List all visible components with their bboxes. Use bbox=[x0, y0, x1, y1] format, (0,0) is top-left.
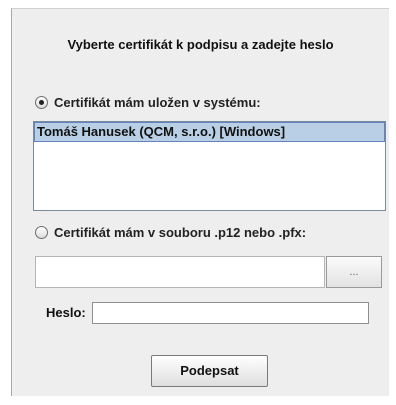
file-certificate-label: Certifikát mám v souboru .p12 nebo .pfx: bbox=[54, 225, 307, 240]
radio-selected-icon[interactable] bbox=[35, 96, 48, 109]
browse-file-button[interactable]: ... bbox=[326, 256, 382, 288]
file-certificate-option[interactable]: Certifikát mám v souboru .p12 nebo .pfx: bbox=[35, 225, 306, 240]
certificate-file-path-input[interactable] bbox=[35, 256, 325, 288]
sign-button[interactable]: Podepsat bbox=[151, 355, 268, 387]
certificate-list-item[interactable]: Tomáš Hanusek (QCM, s.r.o.) [Windows] bbox=[34, 122, 385, 142]
system-certificate-option[interactable]: Certifikát mám uložen v systému: bbox=[35, 95, 261, 110]
radio-unselected-icon[interactable] bbox=[35, 226, 48, 239]
system-certificate-label: Certifikát mám uložen v systému: bbox=[54, 95, 261, 110]
certificate-list[interactable]: Tomáš Hanusek (QCM, s.r.o.) [Windows] bbox=[33, 121, 386, 211]
certificate-dialog: Vyberte certifikát k podpisu a zadejte h… bbox=[11, 8, 389, 396]
password-label: Heslo: bbox=[46, 305, 86, 320]
dialog-title: Vyberte certifikát k podpisu a zadejte h… bbox=[67, 37, 334, 52]
password-input[interactable] bbox=[92, 302, 369, 324]
